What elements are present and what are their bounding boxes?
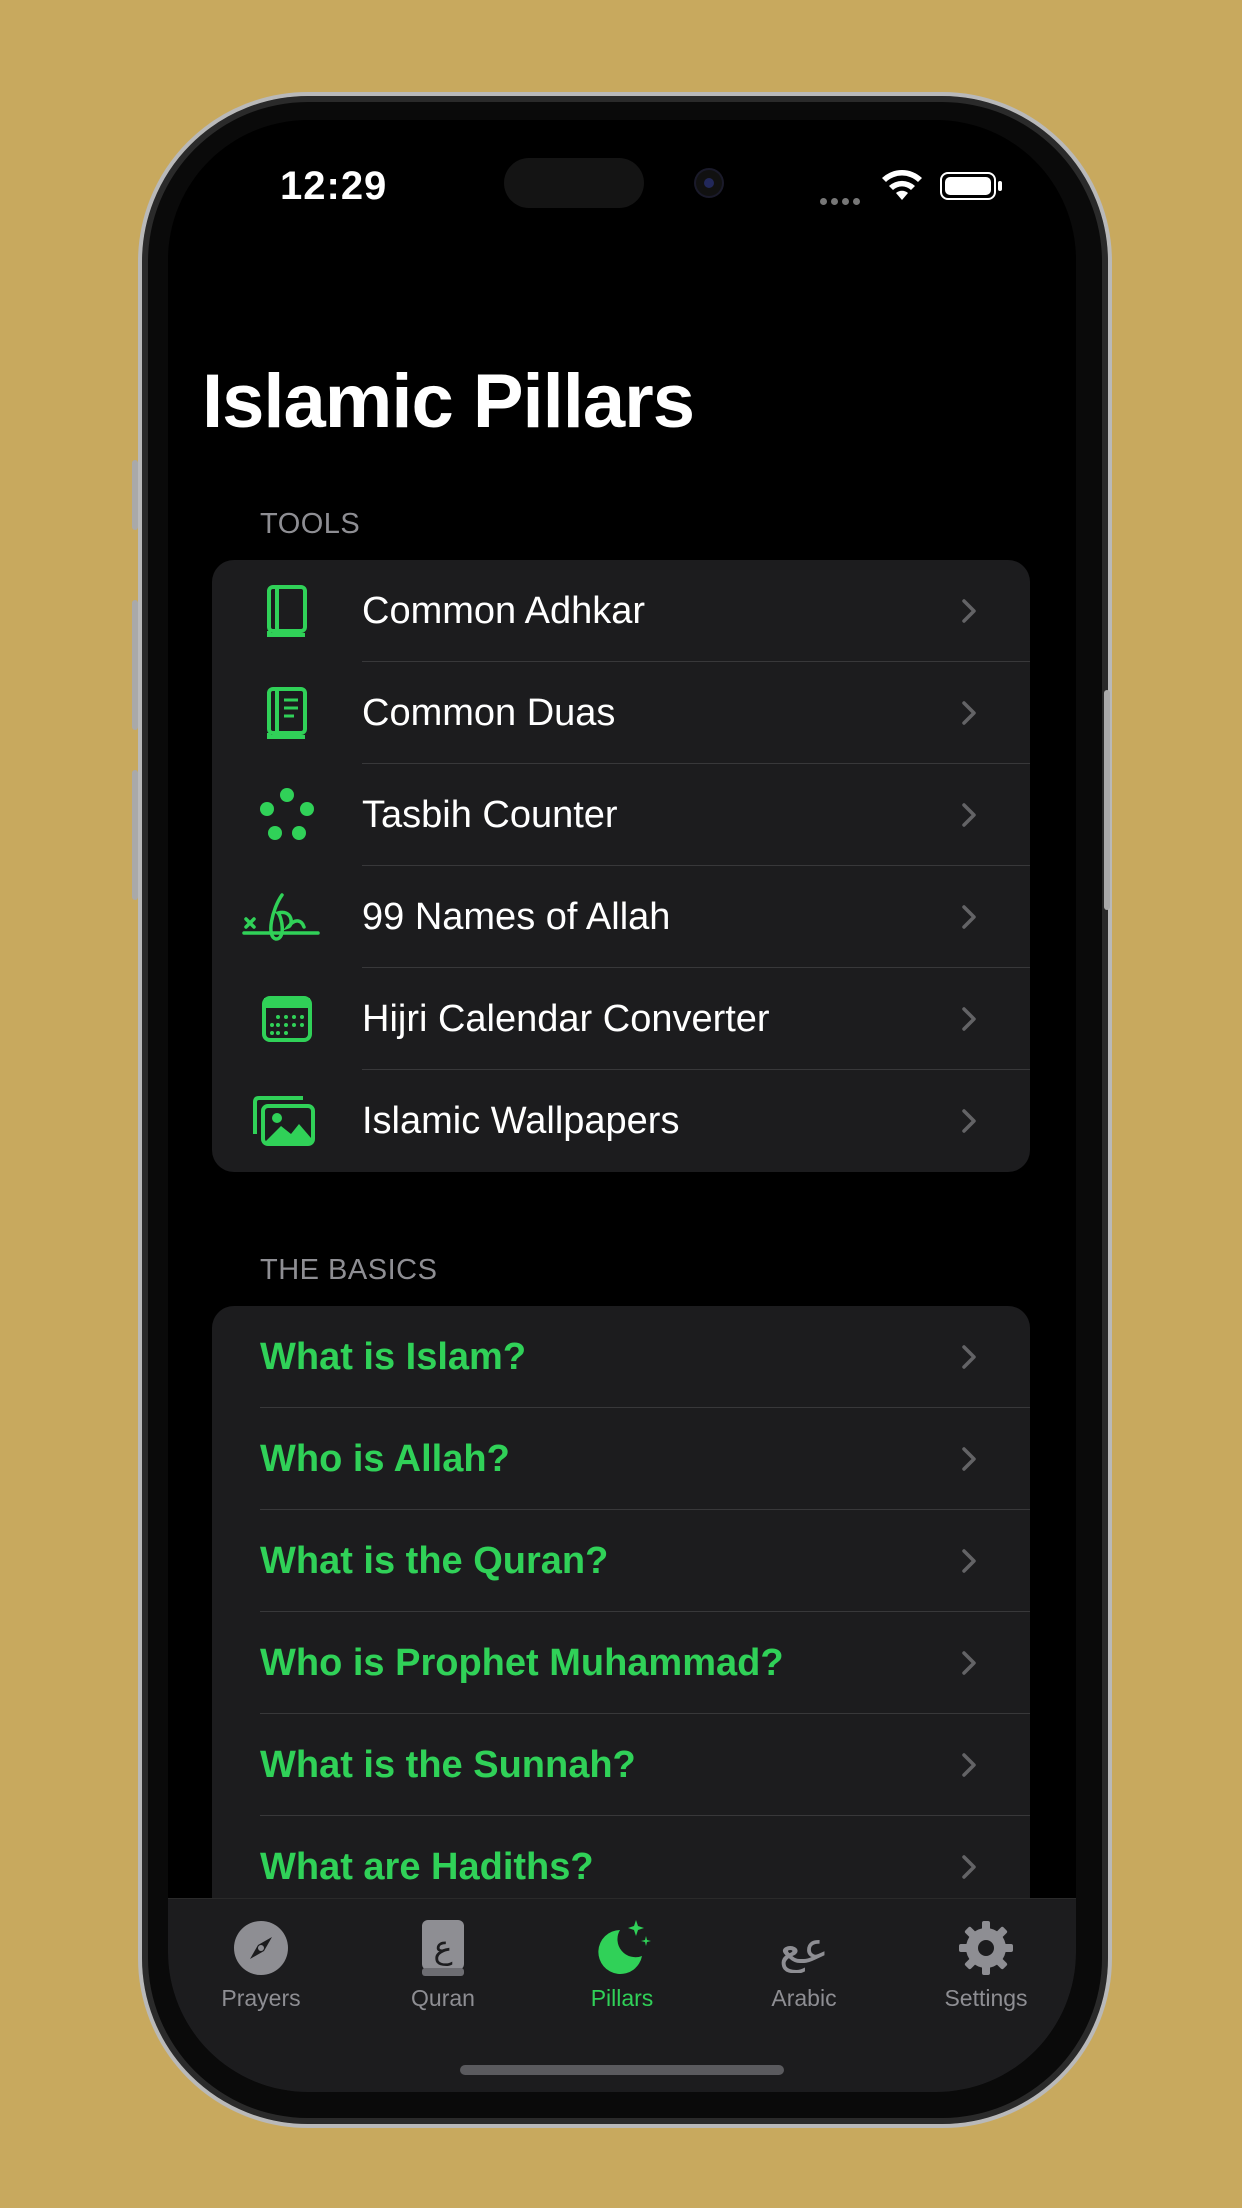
tab-label: Settings [944,1985,1028,2011]
book-icon [252,582,322,640]
tab-bar: Prayers ع Quran Pillars عع Arabic Settin… [168,1898,1076,2092]
tab-settings[interactable]: Settings [911,1913,1061,2012]
tab-label: Pillars [590,1985,654,2011]
tab-label: Quran [411,1985,475,2011]
list-item-label: Who is Prophet Muhammad? [260,1641,784,1684]
list-item-label: What is the Sunnah? [260,1743,636,1786]
calendar-icon [252,990,322,1048]
status-bar: 12:29 [168,120,1076,250]
camera-icon [696,170,722,196]
list-item-common-duas[interactable]: Common Duas [212,662,1030,764]
list-item-what-is-islam[interactable]: What is Islam? [212,1306,1030,1408]
chevron-right-icon [962,1109,976,1133]
moon-stars-icon [547,1913,697,1983]
status-time: 12:29 [280,164,388,208]
tab-arabic[interactable]: عع Arabic [729,1913,879,2012]
chevron-right-icon [962,1651,976,1675]
basics-section-header: THE BASICS [260,1254,438,1286]
photos-icon [242,1092,326,1150]
tab-label: Prayers [221,1985,301,2011]
list-item-label: What is the Quran? [260,1539,609,1582]
tab-label: Arabic [771,1985,837,2011]
battery-icon [940,172,1002,200]
list-item-what-is-sunnah[interactable]: What is the Sunnah? [212,1714,1030,1816]
svg-text:عع: عع [779,1923,829,1973]
list-item-hijri-calendar[interactable]: Hijri Calendar Converter [212,968,1030,1070]
volume-down-button [132,770,138,900]
list-item-who-is-allah[interactable]: Who is Allah? [212,1408,1030,1510]
list-item-label: Hijri Calendar Converter [362,997,770,1040]
compass-icon [186,1913,336,1983]
list-item-label: Islamic Wallpapers [362,1099,680,1142]
tab-pillars[interactable]: Pillars [547,1913,697,2012]
chevron-right-icon [962,701,976,725]
chevron-right-icon [962,1447,976,1471]
chevron-right-icon [962,1549,976,1573]
chevron-right-icon [962,1753,976,1777]
list-item-label: What is Islam? [260,1335,527,1378]
dynamic-island [504,158,644,208]
chevron-right-icon [962,1007,976,1031]
cellular-signal-icon [820,192,864,210]
wifi-icon [882,170,922,200]
mute-switch [132,460,138,530]
list-item-prophet-muhammad[interactable]: Who is Prophet Muhammad? [212,1612,1030,1714]
quran-book-icon: ع [368,1913,518,1983]
tools-list: Common Adhkar Common Duas Tasbih Counter [212,560,1030,1172]
list-item-tasbih-counter[interactable]: Tasbih Counter [212,764,1030,866]
tab-quran[interactable]: ع Quran [368,1913,518,2012]
beads-icon [252,786,322,844]
chevron-right-icon [962,1345,976,1369]
tab-prayers[interactable]: Prayers [186,1913,336,2012]
basics-list: What is Islam? Who is Allah? What is the… [212,1306,1030,1946]
list-item-label: Tasbih Counter [362,793,618,836]
list-item-label: 99 Names of Allah [362,895,671,938]
list-item-99-names[interactable]: 99 Names of Allah [212,866,1030,968]
list-item-label: Common Duas [362,691,616,734]
screen: 12:29 Islamic Pillars TOOLS Common Adhka… [168,120,1076,2092]
chevron-right-icon [962,905,976,929]
list-item-label: Who is Allah? [260,1437,510,1480]
list-item-what-is-quran[interactable]: What is the Quran? [212,1510,1030,1612]
list-item-label: What are Hadiths? [260,1845,594,1888]
svg-text:ع: ع [433,1928,452,1966]
book-pages-icon [252,684,322,742]
list-item-label: Common Adhkar [362,589,646,632]
home-indicator[interactable] [460,2065,784,2075]
chevron-right-icon [962,803,976,827]
arabic-letters-icon: عع [729,1913,879,1983]
gear-icon [911,1913,1061,1983]
signature-icon [236,888,326,946]
chevron-right-icon [962,1855,976,1879]
side-button [1104,690,1110,910]
list-item-islamic-wallpapers[interactable]: Islamic Wallpapers [212,1070,1030,1172]
list-item-common-adhkar[interactable]: Common Adhkar [212,560,1030,662]
volume-up-button [132,600,138,730]
tools-section-header: TOOLS [260,508,361,540]
chevron-right-icon [962,599,976,623]
page-title: Islamic Pillars [202,359,695,444]
